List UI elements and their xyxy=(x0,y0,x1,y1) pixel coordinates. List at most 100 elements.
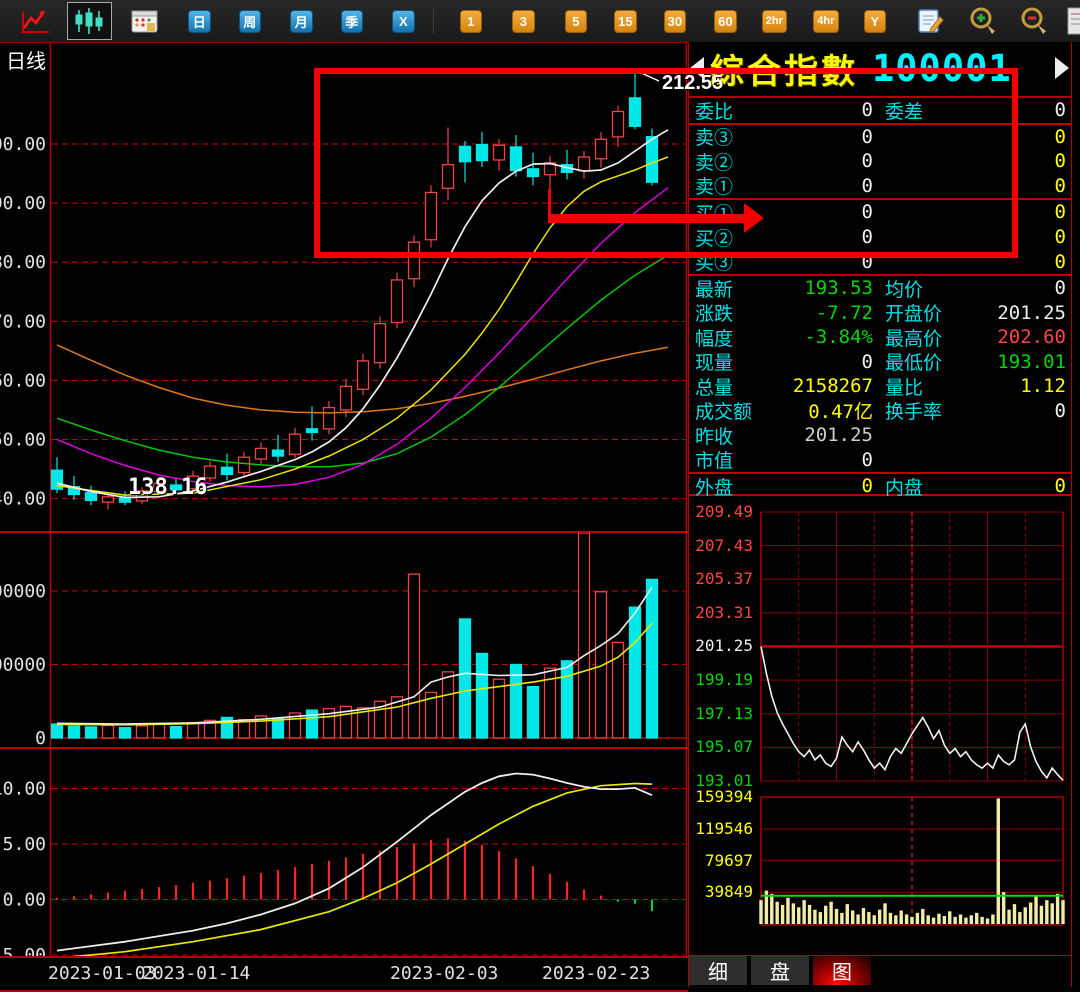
volume-pane[interactable]: 00000000000 xyxy=(0,533,688,749)
tab-图[interactable]: 图 xyxy=(813,956,871,985)
svg-text:40.00: 40.00 xyxy=(0,489,46,510)
macd-dif-line xyxy=(57,774,652,951)
line-chart-icon[interactable] xyxy=(19,6,51,36)
svg-text:-5.00: -5.00 xyxy=(0,945,46,956)
quote-label: 卖② xyxy=(689,148,783,175)
svg-text:10.00: 10.00 xyxy=(0,779,46,800)
quote-value: 0 xyxy=(783,150,873,172)
svg-text:60.00: 60.00 xyxy=(0,370,46,391)
quote-label: 最新 xyxy=(689,275,783,302)
quote-label: 开盘价 xyxy=(873,299,989,326)
quote-label: 均价 xyxy=(873,275,989,302)
svg-text:5.00: 5.00 xyxy=(3,834,46,855)
period-button-月[interactable]: 月 xyxy=(290,10,313,33)
calendar-icon[interactable] xyxy=(131,9,158,34)
intraday-svg xyxy=(689,494,1071,954)
candlestick-icon[interactable] xyxy=(67,2,112,40)
quote-row: 最新193.53均价0 xyxy=(689,274,1071,301)
quote-row: 幅度-3.84%最高价202.60 xyxy=(689,325,1071,350)
quote-row: 市值0 xyxy=(689,448,1071,473)
quote-value: 0 xyxy=(783,251,873,273)
high-price-label: 212.55 xyxy=(662,72,723,95)
quote-value: 2158267 xyxy=(783,375,873,397)
candlestick-svg: 00.0090.0080.0070.0060.0050.0040.00 xyxy=(0,43,688,533)
quote-value: 202.60 xyxy=(989,326,1071,348)
stock-code: 100001 xyxy=(872,47,1012,90)
next-stock-arrow-icon[interactable] xyxy=(1055,57,1069,79)
quote-value: 0 xyxy=(989,175,1071,197)
quote-value: 0 xyxy=(783,99,873,121)
svg-text:00000: 00000 xyxy=(0,581,46,602)
period-button-3[interactable]: 3 xyxy=(512,10,535,33)
period-button-30[interactable]: 30 xyxy=(664,10,687,33)
period-button-季[interactable]: 季 xyxy=(341,10,364,33)
intraday-chart[interactable]: 209.49207.43205.37203.31201.25199.19197.… xyxy=(689,494,1071,954)
period-button-1[interactable]: 1 xyxy=(460,10,483,33)
edit-note-icon[interactable] xyxy=(917,8,945,35)
quote-row: 昨收201.25 xyxy=(689,423,1071,448)
annotation-arrow-stem xyxy=(548,189,551,217)
period-button-2hr[interactable]: 2hr xyxy=(762,10,787,33)
quote-label: 成交额 xyxy=(689,397,783,424)
low-price-label: 138.16 xyxy=(128,475,207,500)
quote-label: 市值 xyxy=(689,446,783,473)
date-label: 2023-02-23 xyxy=(542,963,650,984)
quote-row: 委比0委差0 xyxy=(689,98,1071,123)
macd-histogram xyxy=(57,838,652,911)
quote-panel: 綜合指數 100001 委比0委差0卖③00卖②00卖①00买①00买②00买③… xyxy=(688,42,1072,987)
macd-dea-line xyxy=(57,784,652,957)
period-button-4hr[interactable]: 4hr xyxy=(813,10,838,33)
zoom-in-icon[interactable] xyxy=(968,6,999,36)
macd-pane[interactable]: 10.00 5.00 0.00 -5.00 xyxy=(0,749,688,956)
quote-value: 0 xyxy=(989,251,1071,273)
svg-text:50.00: 50.00 xyxy=(0,430,46,451)
date-label: 2023-02-03 xyxy=(390,963,498,984)
kline-chart-region: 日线 138.16 00.0090.0080.0070.0060.0050.00… xyxy=(0,42,688,988)
quote-label: 幅度 xyxy=(689,324,783,351)
svg-text:0.00: 0.00 xyxy=(3,890,46,911)
volume-bars xyxy=(52,533,658,738)
svg-text:0: 0 xyxy=(35,728,46,749)
quote-row: 卖③00 xyxy=(689,123,1071,150)
quote-row: 买③00 xyxy=(689,249,1071,274)
quote-row: 现量0最低价193.01 xyxy=(689,349,1071,374)
quote-label: 最低价 xyxy=(873,348,989,375)
period-button-X[interactable]: X xyxy=(392,10,415,33)
tab-盘[interactable]: 盘 xyxy=(751,956,809,985)
quote-value: 0 xyxy=(989,277,1071,299)
quote-value: 0 xyxy=(989,400,1071,422)
quote-label: 总量 xyxy=(689,373,783,400)
quote-value: 0 xyxy=(783,226,873,248)
quote-label: 昨收 xyxy=(689,422,783,449)
period-button-60[interactable]: 60 xyxy=(714,10,737,33)
period-button-15[interactable]: 15 xyxy=(614,10,637,33)
quote-row: 卖①00 xyxy=(689,174,1071,199)
tab-细[interactable]: 细 xyxy=(689,956,747,985)
quote-value: 201.25 xyxy=(989,302,1071,324)
zoom-out-icon[interactable] xyxy=(1019,6,1050,36)
date-label: 2023-01-03 xyxy=(48,963,156,984)
quote-value: 0 xyxy=(783,175,873,197)
period-mode-label: 日线 xyxy=(6,45,46,74)
candlestick-pane[interactable]: 日线 138.16 00.0090.0080.0070.0060.0050.00… xyxy=(0,43,688,533)
quote-label: 委差 xyxy=(873,97,989,124)
quote-label: 最高价 xyxy=(873,324,989,351)
quote-value: 0.47亿 xyxy=(783,397,873,424)
quote-value: 1.12 xyxy=(989,375,1071,397)
period-button-5[interactable]: 5 xyxy=(565,10,588,33)
quote-value: 0 xyxy=(989,226,1071,248)
macd-svg: 10.00 5.00 0.00 -5.00 xyxy=(0,749,688,956)
svg-text:80.00: 80.00 xyxy=(0,252,46,273)
quote-row: 总量2158267量比1.12 xyxy=(689,374,1071,399)
quote-label: 委比 xyxy=(689,97,783,124)
quote-row: 成交额0.47亿换手率0 xyxy=(689,399,1071,424)
annotation-arrow-shaft xyxy=(548,214,746,223)
period-button-周[interactable]: 周 xyxy=(239,10,262,33)
quote-value: -3.84% xyxy=(783,326,873,348)
quote-row: 卖②00 xyxy=(689,149,1071,174)
volume-svg: 00000000000 xyxy=(0,533,688,749)
quote-value: 0 xyxy=(989,150,1071,172)
period-button-Y[interactable]: Y xyxy=(864,10,887,33)
partial-doc-icon[interactable] xyxy=(1066,6,1080,36)
period-button-日[interactable]: 日 xyxy=(188,10,211,33)
